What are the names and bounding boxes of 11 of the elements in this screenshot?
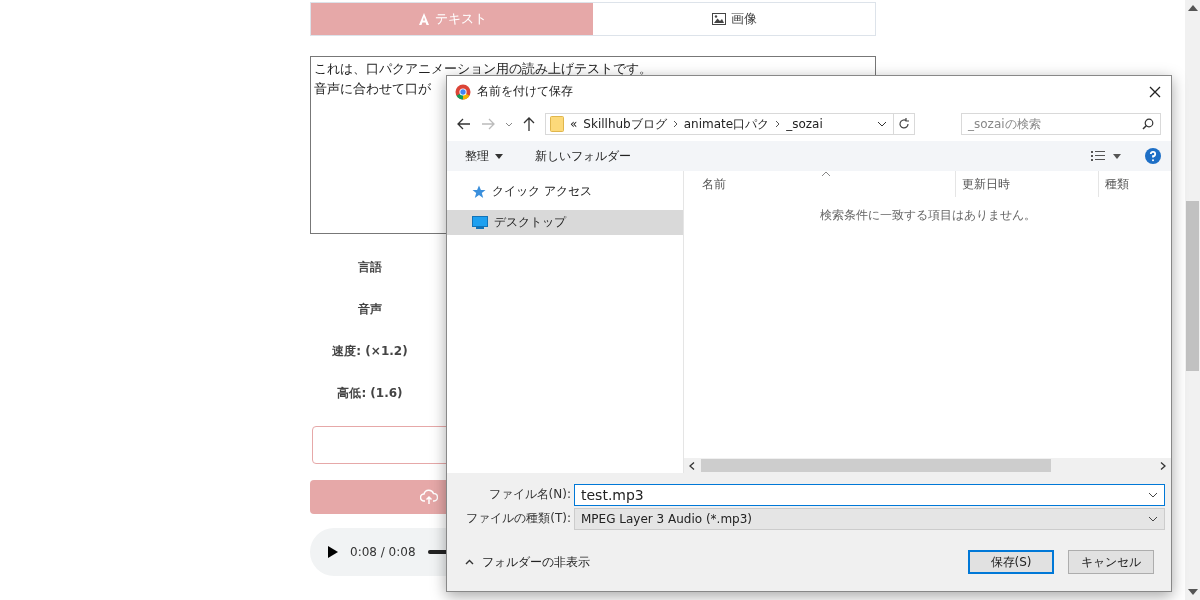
empty-message: 検索条件に一致する項目はありません。 xyxy=(818,207,1037,224)
text-line: これは、口パクアニメーション用の読み上げテストです。 xyxy=(314,60,652,78)
setting-label: 言語 xyxy=(358,258,382,276)
field-label: ファイル名(N): xyxy=(487,486,572,503)
setting-label: 高低: (1.6) xyxy=(337,384,403,402)
setting-label: 音声 xyxy=(358,300,382,318)
setting-label: 速度: (×1.2) xyxy=(332,342,408,360)
text-line: 音声に合わせて口が xyxy=(314,80,431,98)
audio-time: 0:08 / 0:08 xyxy=(350,545,416,559)
dialog-title: 名前を付けて保存 xyxy=(477,83,573,100)
field-label: ファイルの種類(T): xyxy=(465,510,572,527)
